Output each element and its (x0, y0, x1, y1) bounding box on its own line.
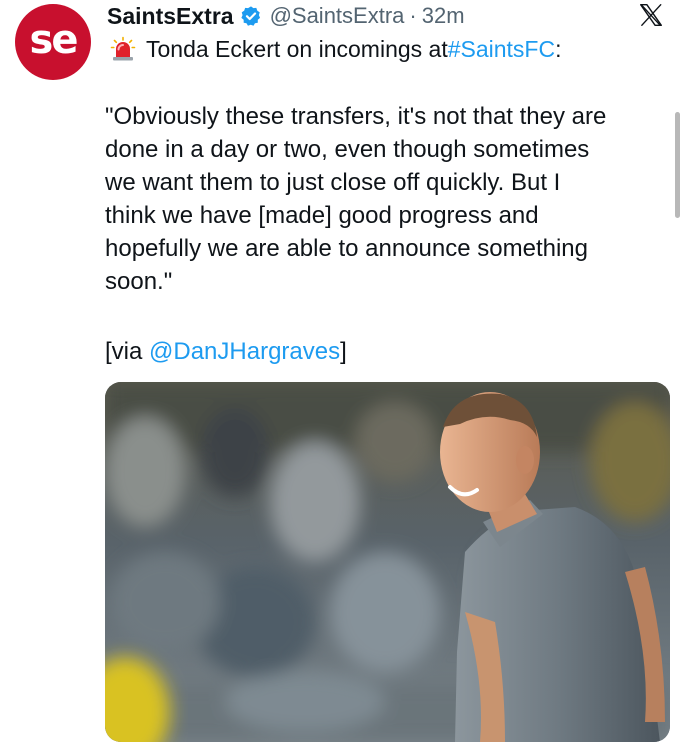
via-credit: [via @DanJHargraves] (105, 335, 347, 368)
x-logo-icon[interactable] (638, 2, 664, 28)
scrollbar[interactable] (675, 112, 680, 218)
tweet-quote: "Obviously these transfers, it's not tha… (105, 100, 675, 298)
quote-line: "Obviously these transfers, it's not tha… (105, 103, 607, 130)
avatar-logo-text: se (29, 17, 79, 63)
verified-badge-icon (240, 6, 260, 26)
via-suffix: ] (340, 338, 347, 365)
avatar[interactable]: se (15, 4, 91, 80)
hashtag-link[interactable]: #SaintsFC (448, 36, 555, 63)
user-handle[interactable]: @SaintsExtra (270, 3, 405, 29)
separator-dot: · (409, 3, 417, 28)
mention-link[interactable]: @DanJHargraves (149, 338, 340, 365)
via-prefix: [via (105, 338, 150, 365)
colon-text: : (555, 35, 562, 62)
quote-line: hopefully we are able to announce someth… (105, 235, 588, 262)
display-name[interactable]: SaintsExtra (107, 3, 234, 30)
quote-line: soon." (105, 268, 173, 295)
photo-illustration (105, 382, 670, 742)
quote-line: think we have [made] good progress and (105, 202, 539, 229)
tweet-header: SaintsExtra @SaintsExtra · 32m (107, 0, 465, 32)
quote-line: we want them to just close off quickly. … (105, 169, 561, 196)
police-light-emoji-icon (110, 36, 136, 61)
tweet-first-line: Tonda Eckert on incomings at #SaintsFC: (110, 32, 561, 66)
tweet-intro-text: Tonda Eckert on incomings at (146, 35, 448, 62)
tweet-photo[interactable] (105, 382, 670, 742)
timestamp[interactable]: 32m (422, 3, 465, 29)
quote-line: done in a day or two, even though someti… (105, 136, 590, 163)
